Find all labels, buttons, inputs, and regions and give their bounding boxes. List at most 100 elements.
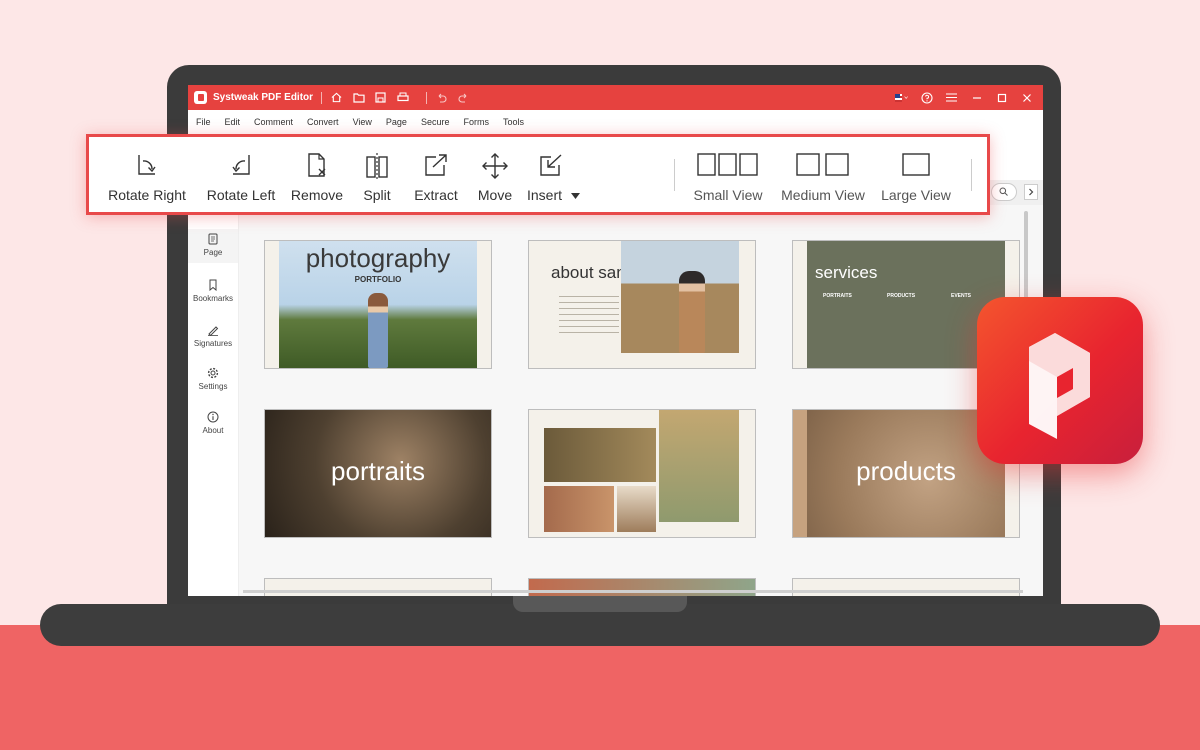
extract-button[interactable]: Extract — [407, 137, 465, 212]
search-icon[interactable] — [991, 183, 1017, 201]
column-label: PORTRAITS — [823, 293, 852, 299]
next-arrow-icon[interactable] — [1024, 184, 1038, 200]
column-label: EVENTS — [951, 293, 972, 299]
menu-item-file[interactable]: File — [196, 117, 211, 127]
remove-button[interactable]: Remove — [287, 137, 347, 212]
sidebar-item-about[interactable]: About — [188, 411, 238, 435]
page-thumbnail-9[interactable] — [792, 578, 1020, 596]
page-grid: photography PORTFOLIO 1 about sam 2 serv… — [239, 205, 1043, 596]
signature-icon — [208, 326, 219, 336]
sidebar-item-label: Settings — [198, 382, 228, 391]
page-thumbnail-5[interactable] — [528, 409, 756, 538]
extract-icon — [425, 154, 447, 176]
page-icon — [208, 233, 218, 245]
toolbar-divider — [674, 159, 675, 191]
sidebar-item-signatures[interactable]: Signatures — [188, 324, 238, 348]
tool-label: Small View — [693, 187, 763, 203]
window-controls — [895, 85, 1037, 110]
menu-item-tools[interactable]: Tools — [503, 117, 524, 127]
split-button[interactable]: Split — [351, 137, 403, 212]
text-block — [559, 296, 619, 336]
folder-icon[interactable] — [352, 91, 365, 104]
split-icon — [366, 153, 388, 179]
help-icon[interactable] — [920, 91, 933, 104]
sidebar-item-label: Page — [203, 248, 223, 257]
move-icon — [482, 153, 508, 179]
photo-woman — [544, 428, 656, 482]
sidebar-item-page[interactable]: Page — [188, 229, 238, 263]
small-view-button[interactable]: Small View — [689, 137, 767, 212]
insert-icon — [540, 154, 562, 176]
sidebar-item-label: Bookmarks — [192, 294, 233, 303]
rotate-right-button[interactable]: Rotate Right — [101, 137, 193, 212]
tool-label: Split — [363, 187, 391, 203]
horizontal-scrollbar[interactable] — [243, 590, 1023, 593]
tool-label: Medium View — [781, 187, 865, 203]
menu-icon[interactable] — [945, 91, 958, 104]
page-thumbnail-1[interactable]: photography PORTFOLIO — [264, 240, 492, 369]
title-separator — [426, 91, 428, 104]
page-toolbar: Rotate Right Rotate Left Remove Split Ex… — [86, 134, 990, 215]
tool-label: Insert — [527, 187, 563, 203]
page-title: services — [815, 263, 878, 282]
menu-item-page[interactable]: Page — [386, 117, 407, 127]
page-thumbnail-7[interactable] — [264, 578, 492, 596]
laptop-notch — [513, 596, 687, 612]
menu-item-forms[interactable]: Forms — [463, 117, 489, 127]
print-icon[interactable] — [396, 91, 409, 104]
large-view-icon — [902, 153, 930, 176]
app-logo-badge — [977, 297, 1143, 464]
menu-item-comment[interactable]: Comment — [254, 117, 293, 127]
redo-icon[interactable] — [457, 91, 470, 104]
menu-item-secure[interactable]: Secure — [421, 117, 450, 127]
page-thumbnail-8[interactable] — [528, 578, 756, 596]
rotate-left-button[interactable]: Rotate Left — [197, 137, 285, 212]
page-title: about sam — [551, 263, 631, 282]
maximize-icon[interactable] — [995, 91, 1008, 104]
language-flag-icon[interactable] — [895, 91, 908, 104]
photo-street — [659, 410, 739, 522]
close-icon[interactable] — [1020, 91, 1033, 104]
tool-label: Extract — [414, 187, 458, 203]
toolbar-divider — [971, 159, 972, 191]
bookmark-icon — [209, 279, 217, 291]
tool-label: Rotate Right — [108, 187, 186, 203]
page-thumbnail-2[interactable]: about sam — [528, 240, 756, 369]
app-title: Systweak PDF Editor — [213, 92, 314, 103]
large-view-button[interactable]: Large View — [877, 137, 955, 212]
move-button[interactable]: Move — [469, 137, 521, 212]
menu-item-view[interactable]: View — [353, 117, 372, 127]
sidebar-item-bookmarks[interactable]: Bookmarks — [188, 279, 238, 303]
tool-label: Large View — [881, 187, 951, 203]
tool-label: Remove — [290, 187, 344, 203]
photo-portrait — [617, 486, 656, 532]
medium-view-button[interactable]: Medium View — [777, 137, 869, 212]
sidebar: Page Bookmarks Signatures Settings About — [188, 215, 239, 596]
rotate-left-icon — [232, 155, 250, 175]
menu-bar: File Edit Comment Convert View Page Secu… — [188, 110, 1043, 134]
menu-item-convert[interactable]: Convert — [307, 117, 339, 127]
home-icon[interactable] — [330, 91, 343, 104]
save-icon[interactable] — [374, 91, 387, 104]
minimize-icon[interactable] — [970, 91, 983, 104]
gear-icon — [207, 367, 219, 379]
undo-icon[interactable] — [435, 91, 448, 104]
page-thumbnail-4[interactable]: portraits — [264, 409, 492, 538]
page-subtitle: PORTFOLIO — [354, 275, 402, 284]
sidebar-item-settings[interactable]: Settings — [188, 367, 238, 391]
app-logo-icon — [194, 91, 207, 104]
menu-item-edit[interactable]: Edit — [225, 117, 241, 127]
column-label: PRODUCTS — [887, 293, 916, 299]
rotate-right-icon — [138, 155, 156, 175]
app-logo-mark-icon — [1029, 333, 1090, 439]
sidebar-item-label: About — [202, 426, 224, 435]
tool-label: Rotate Left — [206, 187, 276, 203]
insert-button[interactable]: Insert — [525, 137, 585, 212]
title-separator — [321, 91, 323, 104]
photo-couple — [544, 486, 614, 532]
photo-figure — [679, 271, 705, 353]
page-title: portraits — [331, 456, 425, 486]
dropdown-caret-icon[interactable] — [570, 193, 580, 200]
sidebar-item-label: Signatures — [193, 339, 233, 348]
title-bar: Systweak PDF Editor — [188, 85, 1043, 110]
